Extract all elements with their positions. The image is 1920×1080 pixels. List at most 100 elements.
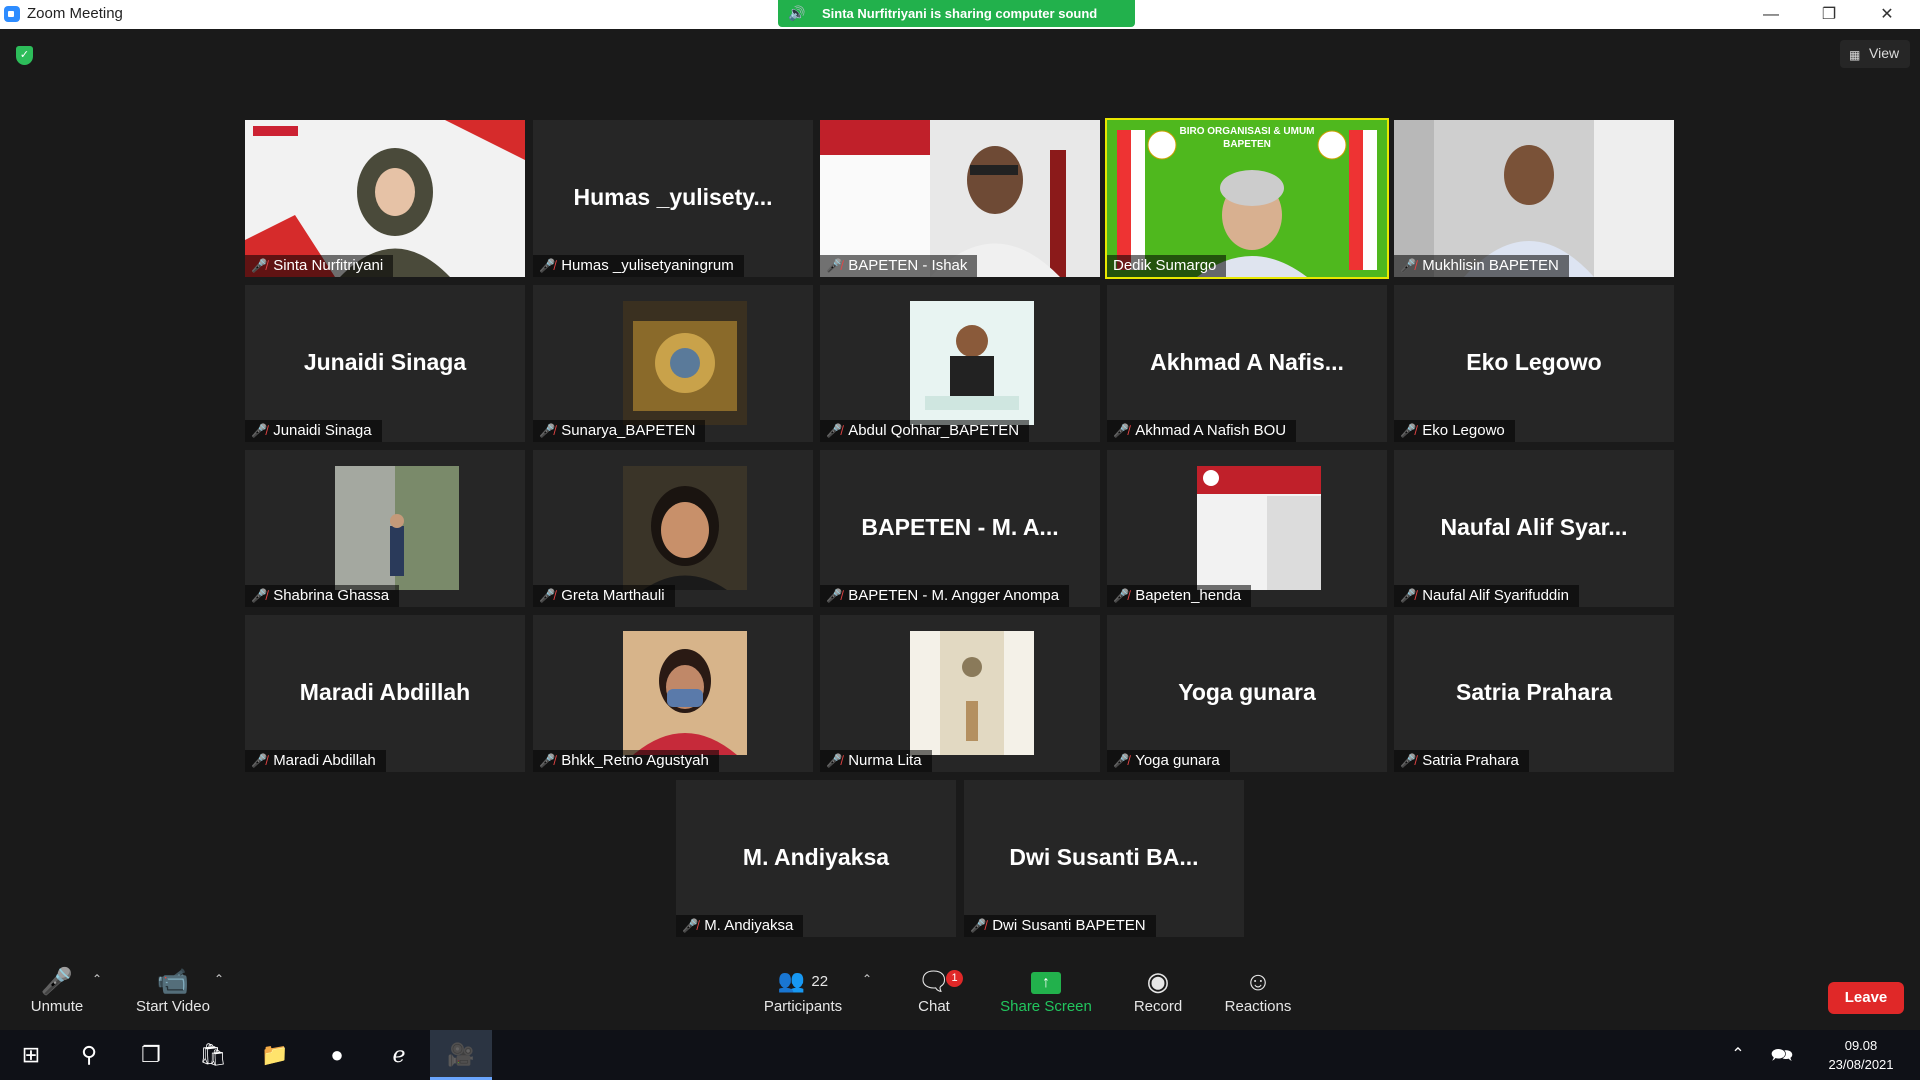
participant-display-name: BAPETEN - M. A... bbox=[861, 514, 1059, 540]
meeting-toolbar: 🎤 Unmute ⌃ 📹 Start Video ⌃ 👥 22 Particip… bbox=[0, 950, 1920, 1030]
video-tile[interactable]: 🎤̸ Nurma Lita bbox=[820, 615, 1100, 772]
muted-mic-icon: 🎤̸ bbox=[1113, 753, 1130, 768]
close-button[interactable]: ✕ bbox=[1858, 0, 1916, 29]
view-label: View bbox=[1869, 45, 1900, 61]
muted-mic-icon: 🎤̸ bbox=[826, 588, 843, 603]
muted-mic-icon: 🎤̸ bbox=[1400, 753, 1417, 768]
zoom-taskbar-icon[interactable]: 🎥 bbox=[430, 1030, 492, 1080]
taskbar-clock[interactable]: 09.08 23/08/2021 bbox=[1816, 1036, 1906, 1074]
participant-display-name: Akhmad A Nafis... bbox=[1150, 349, 1344, 375]
participant-display-name: Satria Prahara bbox=[1456, 679, 1612, 705]
unmute-button[interactable]: 🎤 Unmute bbox=[22, 964, 92, 1015]
muted-microphone-icon: 🎤 bbox=[40, 966, 74, 996]
chat-button[interactable]: 🗨 1 Chat bbox=[906, 964, 963, 1015]
record-button[interactable]: ◉ Record bbox=[1126, 964, 1190, 1015]
edge-icon[interactable]: ℯ bbox=[368, 1030, 430, 1080]
video-tile[interactable]: 🎤̸ Mukhlisin BAPETEN bbox=[1394, 120, 1674, 277]
participant-name-label: 🎤̸ BAPETEN - M. Angger Anompa bbox=[820, 585, 1070, 607]
participant-avatar bbox=[623, 301, 747, 425]
zoom-app-icon bbox=[4, 6, 20, 22]
participant-display-name: Yoga gunara bbox=[1178, 679, 1316, 705]
share-screen-label: Share Screen bbox=[1000, 998, 1092, 1015]
participants-icon: 👥 22 bbox=[777, 968, 829, 993]
participant-display-name: Naufal Alif Syar... bbox=[1440, 514, 1628, 540]
participants-button[interactable]: 👥 22 Participants bbox=[758, 964, 848, 1015]
video-tile[interactable]: 🎤̸ Sinta Nurfitriyani bbox=[245, 120, 525, 277]
windows-start-icon[interactable]: ⊞ bbox=[0, 1030, 62, 1080]
participant-avatar bbox=[910, 301, 1034, 425]
muted-mic-icon: 🎤̸ bbox=[539, 423, 556, 438]
video-tile[interactable]: Dwi Susanti BA... 🎤̸ Dwi Susanti BAPETEN bbox=[964, 780, 1244, 937]
participant-count: 22 bbox=[811, 973, 829, 991]
participant-display-name: Junaidi Sinaga bbox=[303, 349, 467, 375]
video-tile[interactable]: Yoga gunara 🎤̸ Yoga gunara bbox=[1107, 615, 1387, 772]
reactions-button[interactable]: ☺ Reactions bbox=[1218, 964, 1298, 1015]
audio-options-chevron-icon[interactable]: ⌃ bbox=[92, 972, 102, 986]
file-explorer-icon[interactable]: 📁 bbox=[244, 1030, 306, 1080]
participant-name-label: 🎤̸ Sinta Nurfitriyani bbox=[245, 255, 394, 277]
participant-display-name: Humas _yulisety... bbox=[573, 184, 773, 210]
video-feed bbox=[1394, 120, 1674, 277]
restore-button[interactable]: ❐ bbox=[1800, 0, 1858, 29]
leave-button[interactable]: Leave bbox=[1828, 982, 1904, 1014]
grid-icon: ▦ bbox=[1849, 48, 1861, 62]
video-tile[interactable]: M. Andiyaksa 🎤̸ M. Andiyaksa bbox=[676, 780, 956, 937]
participant-name-label: 🎤̸ Naufal Alif Syarifuddin bbox=[1394, 585, 1579, 607]
participant-name-label: Dedik Sumargo bbox=[1107, 255, 1227, 277]
tile-overlay-subtext: BAPETEN bbox=[1223, 139, 1271, 150]
chat-unread-badge: 1 bbox=[946, 970, 963, 987]
video-options-chevron-icon[interactable]: ⌃ bbox=[214, 972, 224, 986]
start-video-button[interactable]: 📹 Start Video bbox=[132, 964, 214, 1015]
chrome-icon[interactable]: ● bbox=[306, 1030, 368, 1080]
participant-name-label: 🎤̸ Dwi Susanti BAPETEN bbox=[964, 915, 1156, 937]
participant-name-label: 🎤̸ BAPETEN - Ishak bbox=[820, 255, 978, 277]
unmute-label: Unmute bbox=[30, 998, 84, 1015]
participant-name-label: 🎤̸ Maradi Abdillah bbox=[245, 750, 386, 772]
share-screen-icon: ↑ bbox=[996, 964, 1096, 998]
video-tile[interactable]: 🎤̸ Bapeten_henda bbox=[1107, 450, 1387, 607]
reactions-label: Reactions bbox=[1224, 998, 1292, 1015]
tile-overlay-text: BIRO ORGANISASI & UMUM bbox=[1179, 126, 1315, 137]
view-button[interactable]: ▦ View bbox=[1840, 40, 1910, 68]
participant-display-name: Eko Legowo bbox=[1466, 349, 1602, 375]
video-tile[interactable]: Naufal Alif Syar... 🎤̸ Naufal Alif Syarif… bbox=[1394, 450, 1674, 607]
video-tile[interactable]: 🎤̸ Abdul Qohhar_BAPETEN bbox=[820, 285, 1100, 442]
active-speaker-tile[interactable]: BIRO ORGANISASI & UMUM BAPETEN Dedik Sum… bbox=[1105, 118, 1389, 279]
participants-options-chevron-icon[interactable]: ⌃ bbox=[862, 972, 872, 986]
window-title: Zoom Meeting bbox=[27, 5, 123, 22]
video-tile[interactable]: Humas _yulisety... 🎤̸ Humas _yulisetyanin… bbox=[533, 120, 813, 277]
video-tile[interactable]: 🎤̸ Bhkk_Retno Agustyah bbox=[533, 615, 813, 772]
participant-avatar bbox=[623, 466, 747, 590]
muted-mic-icon: 🎤̸ bbox=[1113, 423, 1130, 438]
muted-mic-icon: 🎤̸ bbox=[1400, 588, 1417, 603]
encryption-shield-icon[interactable]: ✓ bbox=[16, 46, 33, 65]
muted-mic-icon: 🎤̸ bbox=[251, 753, 268, 768]
video-tile[interactable]: Junaidi Sinaga 🎤̸ Junaidi Sinaga bbox=[245, 285, 525, 442]
task-view-icon[interactable]: ❐ bbox=[120, 1030, 182, 1080]
video-tile[interactable]: 🎤̸ Greta Marthauli bbox=[533, 450, 813, 607]
video-feed bbox=[820, 120, 1100, 277]
video-tile[interactable]: BAPETEN - M. A... 🎤̸ BAPETEN - M. Angger … bbox=[820, 450, 1100, 607]
clock-time: 09.08 bbox=[1844, 1038, 1878, 1053]
video-tile[interactable]: Maradi Abdillah 🎤̸ Maradi Abdillah bbox=[245, 615, 525, 772]
video-tile[interactable]: 🎤̸ BAPETEN - Ishak bbox=[820, 120, 1100, 277]
video-tile[interactable]: Akhmad A Nafis... 🎤̸ Akhmad A Nafish BOU bbox=[1107, 285, 1387, 442]
video-tile[interactable]: Eko Legowo 🎤̸ Eko Legowo bbox=[1394, 285, 1674, 442]
search-icon[interactable]: ⚲ bbox=[58, 1030, 120, 1080]
muted-mic-icon: 🎤̸ bbox=[970, 918, 987, 933]
video-tile[interactable]: 🎤̸ Sunarya_BAPETEN bbox=[533, 285, 813, 442]
show-hidden-icons-chevron-icon[interactable]: ⌃ bbox=[1718, 1030, 1758, 1080]
video-tile[interactable]: Satria Prahara 🎤̸ Satria Prahara bbox=[1394, 615, 1674, 772]
title-bar: Zoom Meeting 🔊 Sinta Nurfitriyani is sha… bbox=[0, 0, 1920, 29]
participant-name-label: 🎤̸ Eko Legowo bbox=[1394, 420, 1515, 442]
participant-display-name: Maradi Abdillah bbox=[299, 679, 471, 705]
muted-mic-icon: 🎤̸ bbox=[251, 423, 268, 438]
video-tile[interactable]: 🎤̸ Shabrina Ghassa bbox=[245, 450, 525, 607]
participant-name-label: 🎤̸ Sunarya_BAPETEN bbox=[533, 420, 706, 442]
minimize-button[interactable]: — bbox=[1742, 0, 1800, 29]
share-screen-button[interactable]: ↑ Share Screen bbox=[996, 964, 1096, 1015]
notifications-icon[interactable]: 🗪 bbox=[1760, 1030, 1804, 1080]
muted-mic-icon: 🎤̸ bbox=[826, 753, 843, 768]
participant-name-label: 🎤̸ Abdul Qohhar_BAPETEN bbox=[820, 420, 1030, 442]
store-icon[interactable]: 🛍 bbox=[182, 1030, 244, 1080]
